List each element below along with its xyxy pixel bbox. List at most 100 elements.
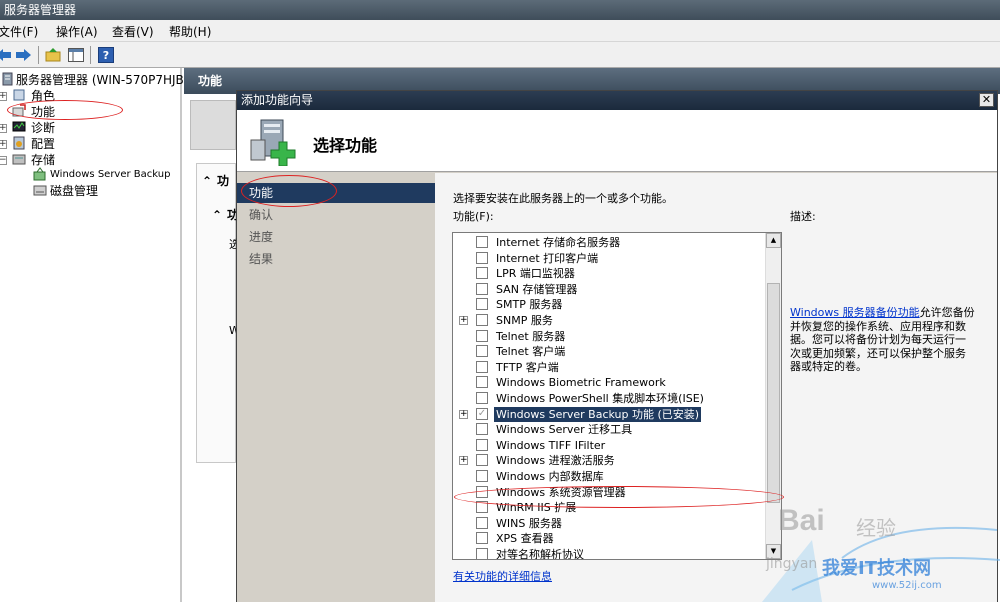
feature-label: 对等名称解析协议 [496,548,584,560]
step-confirmation[interactable]: 确认 [237,205,435,225]
scroll-up-icon[interactable]: ▲ [766,233,781,248]
feature-label: Windows TIFF IFilter [496,438,606,452]
collapse-section-icon[interactable]: ⌃ [202,174,212,188]
step-results[interactable]: 结果 [237,249,435,269]
collapse-storage-icon[interactable]: − [0,156,7,165]
wizard-content: 选择要安装在此服务器上的一个或多个功能。 功能(F): 描述: Internet… [435,173,997,602]
feature-row[interactable]: LPR 端口监视器 [453,266,766,282]
feature-row[interactable]: Telnet 客户端 [453,344,766,360]
menu-action[interactable]: 操作(A) [56,23,98,40]
feature-checkbox[interactable] [476,267,488,280]
feature-checkbox[interactable] [476,532,488,545]
feature-label: SNMP 服务 [496,314,553,327]
console-tree: 服务器管理器 (WIN-570P7HJBMU + 角色 功能 + 诊断 + 配置… [0,68,203,602]
show-hide-console-tree-icon[interactable] [66,45,86,65]
feature-row[interactable]: Windows 内部数据库 [453,469,766,485]
more-info-link[interactable]: 有关功能的详细信息 [453,568,552,584]
expand-feature-icon[interactable]: + [459,409,468,419]
vertical-scrollbar[interactable]: ▲ ▼ [765,233,781,559]
feature-checkbox[interactable] [476,298,488,311]
feature-checkbox[interactable] [476,501,488,514]
feature-row[interactable]: Internet 存储命名服务器 [453,235,766,251]
feature-checkbox[interactable] [476,470,488,482]
feature-row[interactable]: XPS 查看器 [453,531,766,547]
wizard-heading: 选择功能 [313,136,378,155]
feature-label: SMTP 服务器 [496,298,563,312]
wizard-title-bar: 添加功能向导 ✕ [237,91,997,110]
features-pane-title: 功能 [198,74,223,88]
feature-checkbox[interactable] [476,251,488,264]
step-progress[interactable]: 进度 [237,227,435,247]
tree-item-features[interactable]: 功能 [31,104,55,120]
feature-label: XPS 查看器 [496,532,554,546]
scroll-down-icon[interactable]: ▼ [766,544,781,559]
help-icon[interactable]: ? [96,45,116,65]
feature-checkbox[interactable] [476,314,488,326]
feature-checkbox[interactable] [476,360,488,373]
feature-row[interactable]: 对等名称解析协议 [453,547,766,560]
feature-row[interactable]: Internet 打印客户端 [453,251,766,267]
forward-arrow-icon[interactable] [13,45,33,65]
feature-row[interactable]: + Windows 进程激活服务 [453,453,766,469]
feature-row[interactable]: Windows TIFF IFilter [453,438,766,454]
feature-label: Windows Biometric Framework [496,376,666,390]
feature-row[interactable]: + SNMP 服务 [453,313,766,329]
feature-label: Telnet 客户端 [496,345,566,359]
svg-text:?: ? [103,49,109,62]
feature-row[interactable]: SAN 存储管理器 [453,282,766,298]
expand-configuration-icon[interactable]: + [0,140,7,149]
description-link[interactable]: Windows 服务器备份功能 [790,306,920,319]
expand-diagnostics-icon[interactable]: + [0,124,7,133]
feature-checkbox[interactable] [476,548,488,559]
up-folder-icon[interactable] [43,45,63,65]
back-arrow-icon[interactable] [0,45,14,65]
feature-checkbox[interactable] [476,329,488,342]
tree-item-configuration[interactable]: 配置 [31,136,55,152]
wizard-banner: 选择功能 [237,110,997,172]
tree-item-diagnostics[interactable]: 诊断 [31,120,55,136]
feature-checkbox[interactable] [476,485,488,498]
tree-item-roles[interactable]: 角色 [31,88,55,104]
feature-row[interactable]: + ✓ Windows Server Backup 功能 (已安装) [453,406,766,423]
feature-row[interactable]: Windows Server 迁移工具 [453,422,766,438]
expand-feature-icon[interactable]: + [459,316,468,325]
feature-row[interactable]: Windows PowerShell 集成脚本环境(ISE) [453,391,766,407]
feature-checkbox[interactable] [476,438,488,451]
close-icon[interactable]: ✕ [979,93,994,107]
menu-help[interactable]: 帮助(H) [169,23,211,40]
menu-file[interactable]: 文件(F) [0,23,38,40]
feature-row[interactable]: Telnet 服务器 [453,329,766,345]
feature-checkbox[interactable] [476,423,488,436]
feature-label: Windows Server 迁移工具 [496,423,633,437]
feature-checkbox[interactable] [476,376,488,389]
tree-item-disk-management[interactable]: 磁盘管理 [50,183,98,199]
expand-feature-icon[interactable]: + [459,456,468,466]
roles-icon [12,88,26,102]
configuration-icon [12,136,26,150]
tree-item-server-manager[interactable]: 服务器管理器 (WIN-570P7HJBMU [16,72,203,88]
scroll-thumb[interactable] [767,283,780,503]
disk-management-icon [33,183,47,197]
subsection-collapse-icon[interactable]: ⌃ [212,208,222,222]
feature-row[interactable]: Windows 系统资源管理器 [453,485,766,501]
feature-label: Windows 内部数据库 [496,470,604,483]
tree-item-storage[interactable]: 存储 [31,152,55,168]
feature-checkbox[interactable] [476,516,488,529]
feature-row[interactable]: Windows Biometric Framework [453,375,766,391]
feature-checkbox[interactable] [476,454,488,467]
feature-row[interactable]: WINS 服务器 [453,516,766,532]
feature-checkbox[interactable]: ✓ [476,407,488,420]
feature-checkbox[interactable] [476,236,488,248]
feature-row[interactable]: SMTP 服务器 [453,297,766,313]
feature-checkbox[interactable] [476,345,488,358]
features-summary-box: ⌃ 功 ⌃ 功 选 W [196,163,240,463]
menu-view[interactable]: 查看(V) [112,23,154,40]
feature-row[interactable]: WinRM IIS 扩展 [453,500,766,516]
expand-roles-icon[interactable]: + [0,92,7,101]
feature-row[interactable]: TFTP 客户端 [453,360,766,376]
features-list[interactable]: Internet 存储命名服务器 Internet 打印客户端 LPR 端口监视器 S… [452,232,782,560]
step-features[interactable]: 功能 [237,183,435,203]
feature-checkbox[interactable] [476,282,488,295]
tree-item-windows-server-backup[interactable]: Windows Server Backup [50,167,170,183]
feature-checkbox[interactable] [476,392,488,404]
